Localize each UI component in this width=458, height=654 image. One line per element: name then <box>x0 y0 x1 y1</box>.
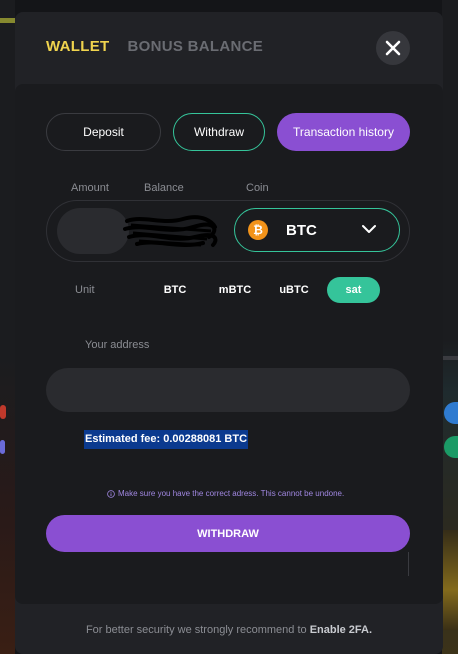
wallet-panel: Deposit Withdraw Transaction history Amo… <box>15 84 443 604</box>
background-decor <box>0 440 5 454</box>
footer-text: For better security we strongly recommen… <box>85 624 310 636</box>
coin-select-value: BTC <box>286 222 317 239</box>
info-icon <box>107 489 115 498</box>
close-icon <box>385 40 401 56</box>
deposit-button[interactable]: Deposit <box>46 113 161 151</box>
withdraw-button[interactable]: Withdraw <box>173 113 265 151</box>
unit-selector: Unit BTC mBTC uBTC sat <box>15 277 443 303</box>
warning-text: Make sure you have the correct adress. T… <box>118 489 345 498</box>
coin-label: Coin <box>246 182 269 194</box>
warning-note: Make sure you have the correct adress. T… <box>107 489 344 498</box>
chevron-down-icon <box>362 225 376 233</box>
address-label: Your address <box>85 339 150 351</box>
unit-option-ubtc[interactable]: uBTC <box>273 277 315 303</box>
amount-input[interactable] <box>57 208 129 254</box>
security-footer: For better security we strongly recommen… <box>15 624 443 636</box>
amount-label: Amount <box>71 182 109 194</box>
scrollbar[interactable] <box>408 552 409 576</box>
tab-wallet[interactable]: WALLET <box>46 38 109 55</box>
estimated-fee: Estimated fee: 0.00288081 BTC <box>84 430 249 449</box>
unit-option-sat[interactable]: sat <box>327 277 380 303</box>
wallet-modal: WALLET BONUS BALANCE Deposit Withdraw Tr… <box>15 12 443 654</box>
background-decor <box>444 402 458 424</box>
transaction-history-button[interactable]: Transaction history <box>277 113 410 151</box>
close-button[interactable] <box>376 31 410 65</box>
tab-bonus-balance[interactable]: BONUS BALANCE <box>127 38 263 55</box>
background-left <box>0 0 15 654</box>
amount-coin-row: ₿ BTC <box>46 200 410 262</box>
modal-tabs: WALLET BONUS BALANCE <box>46 38 263 55</box>
background-decor <box>0 405 6 419</box>
unit-label: Unit <box>75 284 95 296</box>
redacted-balance-scribble <box>123 215 218 247</box>
coin-select[interactable]: ₿ BTC <box>234 208 400 252</box>
balance-label: Balance <box>144 182 184 194</box>
address-input[interactable] <box>46 368 410 412</box>
unit-option-mbtc[interactable]: mBTC <box>213 277 257 303</box>
bitcoin-icon: ₿ <box>248 220 268 240</box>
background-decor <box>442 356 458 360</box>
withdraw-submit-button[interactable]: WITHDRAW <box>46 515 410 552</box>
enable-2fa-link[interactable]: Enable 2FA. <box>310 624 372 636</box>
background-decor <box>442 530 458 630</box>
background-decor <box>0 18 15 23</box>
unit-option-btc[interactable]: BTC <box>155 277 195 303</box>
background-right <box>442 0 458 654</box>
background-decor <box>444 436 458 458</box>
